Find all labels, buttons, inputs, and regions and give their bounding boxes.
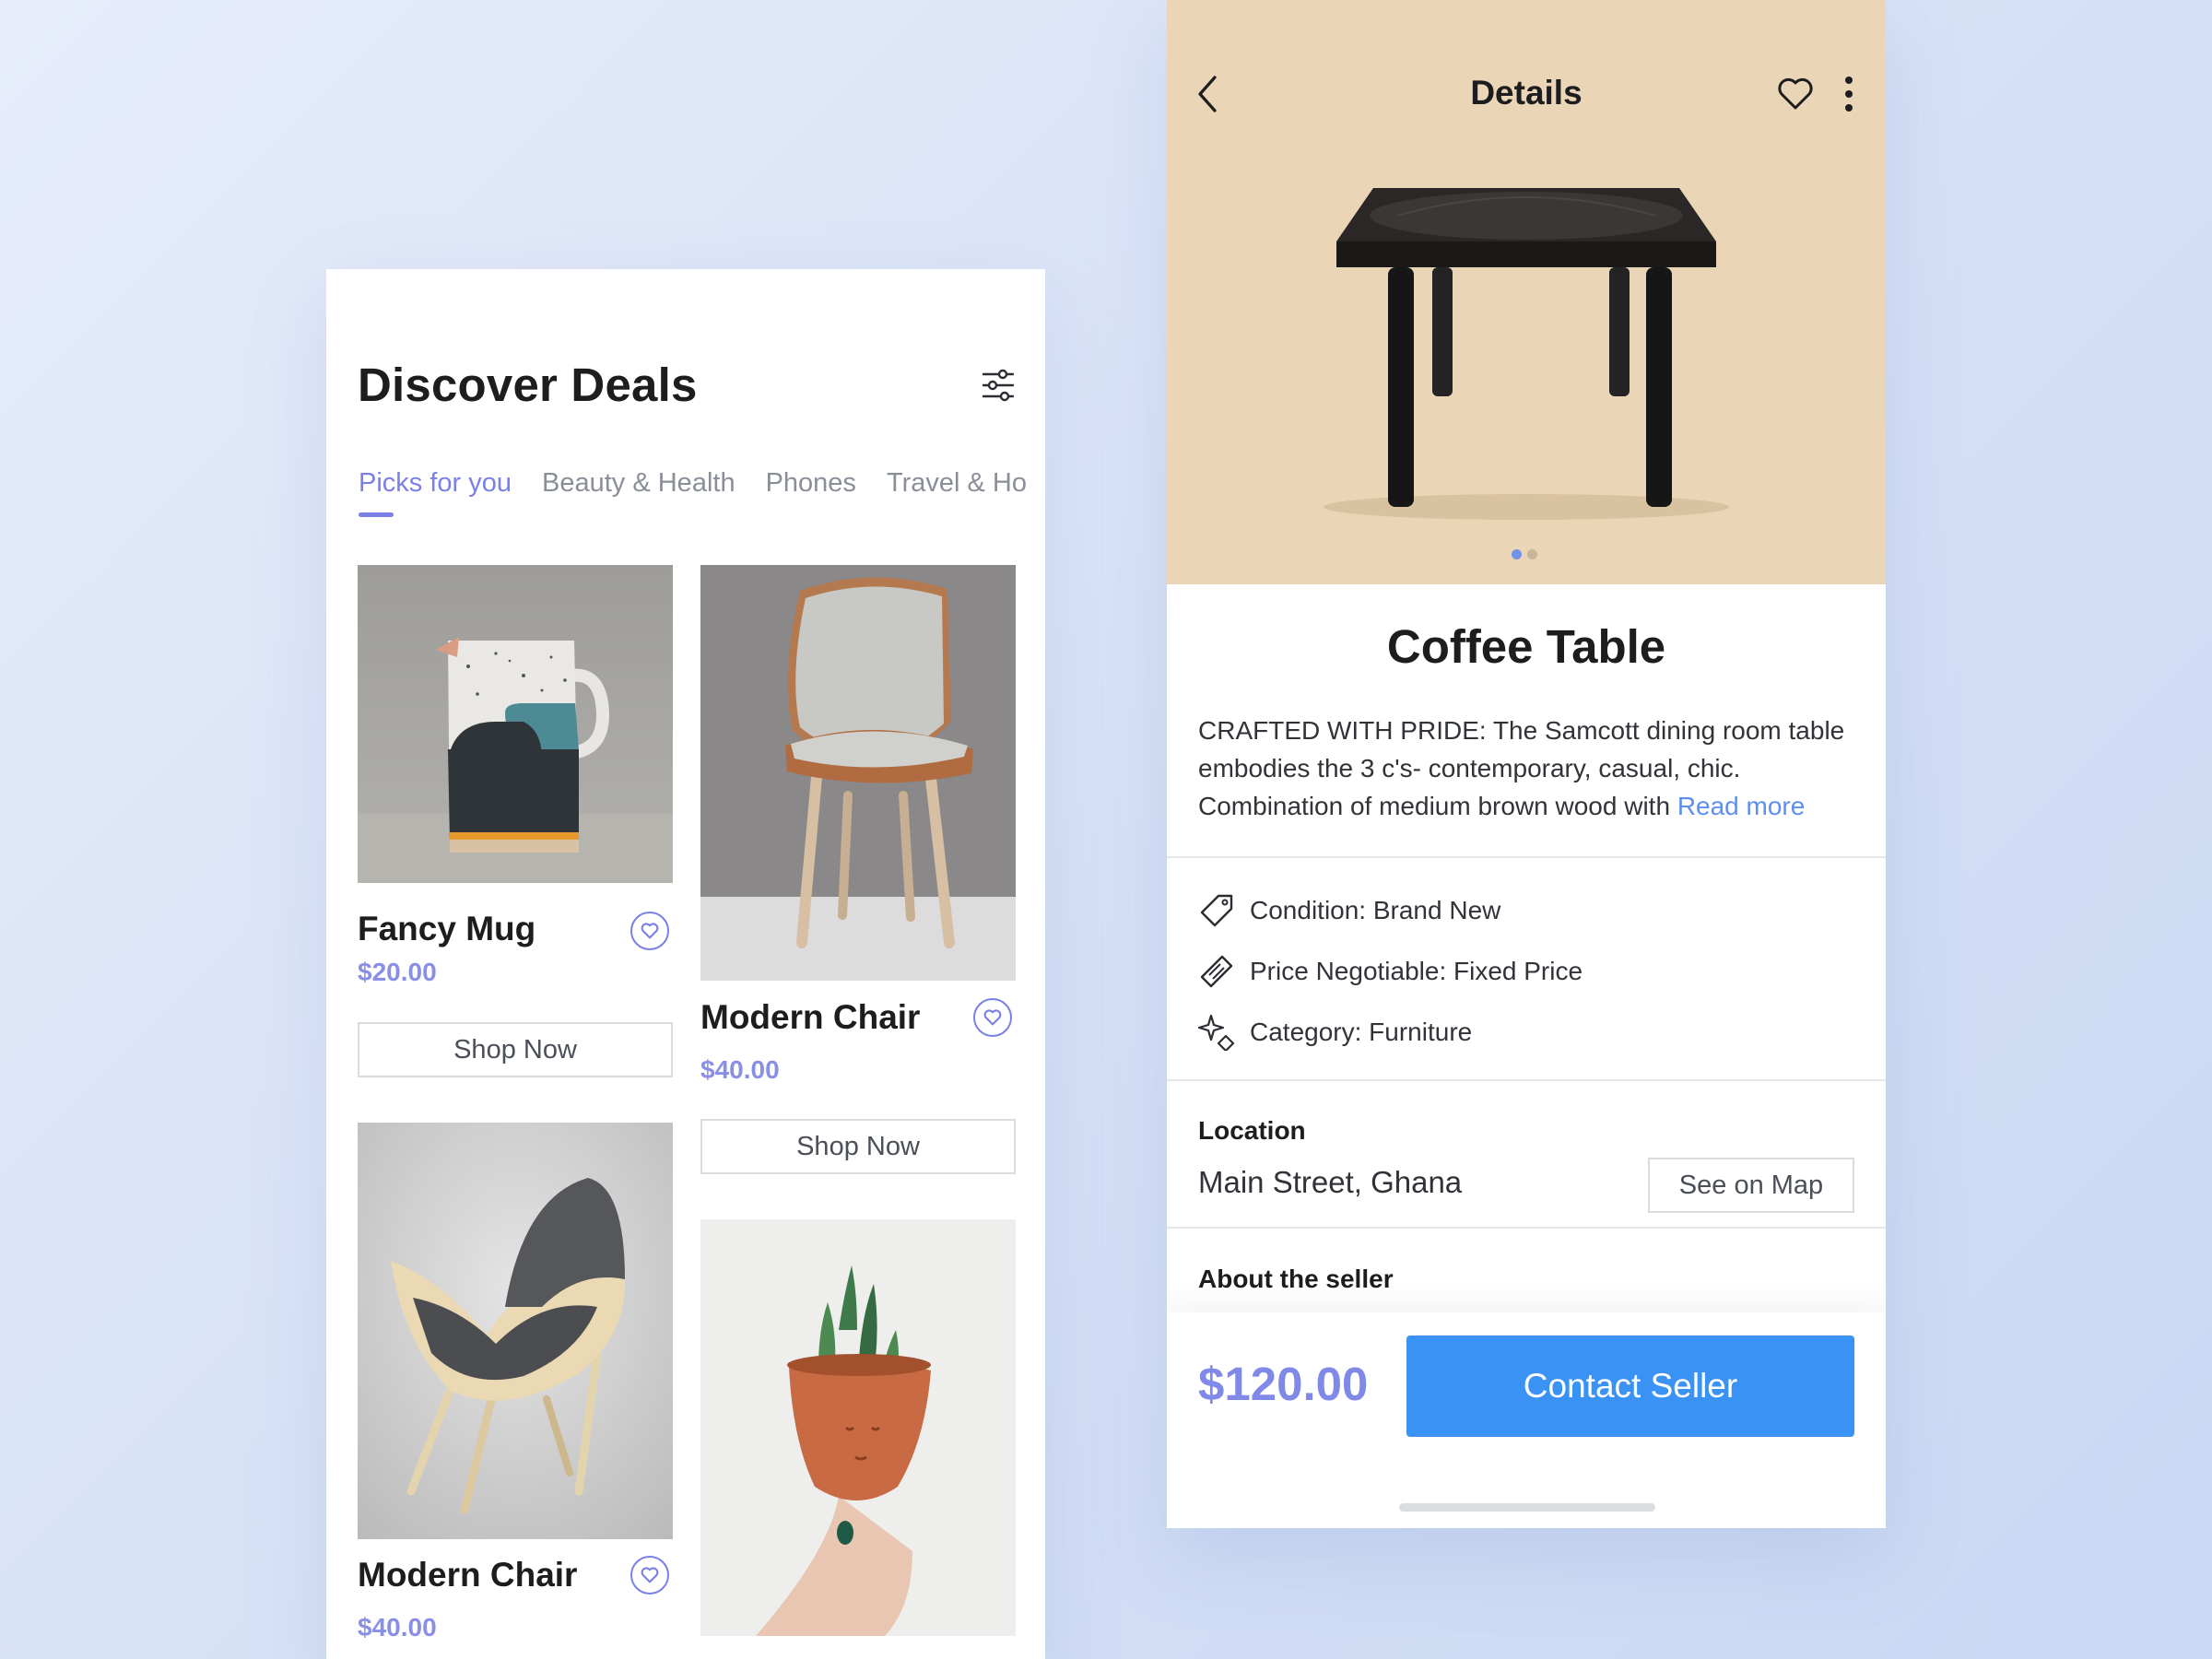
filter-icon[interactable] (981, 369, 1016, 402)
location-value: Main Street, Ghana (1198, 1165, 1463, 1199)
product-description: CRAFTED WITH PRIDE: The Samcott dining r… (1198, 716, 1845, 820)
tab-travel-home[interactable]: Travel & Ho (887, 468, 1027, 499)
product-price: $20.00 (358, 958, 437, 986)
product-details-screen: Details Coffee Table CRAFTED WITH PRIDE:… (1167, 0, 1886, 1528)
product-name[interactable]: Modern Chair (700, 998, 920, 1037)
carousel-dot[interactable] (1527, 549, 1537, 559)
attribute-category: Category: Furniture (1198, 1014, 1472, 1051)
product-price: $40.00 (700, 1055, 780, 1084)
product-name[interactable]: Fancy Mug (358, 910, 535, 948)
product-image[interactable] (1305, 175, 1747, 525)
carousel-dots (1512, 549, 1537, 559)
home-indicator (1399, 1503, 1655, 1512)
category-tabs: Picks for you Beauty & Health Phones Travel… (359, 468, 1045, 517)
product-card[interactable]: Modern Chair $40.00 (358, 1123, 673, 1659)
shop-now-button[interactable]: Shop Now (700, 1119, 1016, 1174)
tab-picks-for-you[interactable]: Picks for you (359, 468, 512, 517)
product-title: Coffee Table (1386, 620, 1666, 673)
see-on-map-button[interactable]: See on Map (1648, 1158, 1854, 1213)
more-icon[interactable] (1843, 76, 1854, 112)
divider (1167, 856, 1886, 858)
favorite-button[interactable] (630, 1556, 669, 1594)
ticket-icon (1200, 955, 1233, 988)
sparkle-icon (1198, 1014, 1235, 1051)
attribute-price-negotiable: Price Negotiable: Fixed Price (1198, 953, 1583, 990)
product-name[interactable]: Modern Chair (358, 1556, 577, 1594)
read-more-link[interactable]: Read more (1677, 792, 1806, 820)
divider (1167, 1227, 1886, 1229)
attribute-condition: Condition: Brand New (1198, 892, 1500, 929)
product-image[interactable] (358, 1123, 673, 1539)
product-card[interactable] (700, 1219, 1016, 1636)
product-price: $40.00 (358, 1613, 437, 1641)
product-image[interactable] (700, 565, 1016, 981)
divider (1167, 1079, 1886, 1081)
location-label: Location (1198, 1116, 1306, 1145)
page-title: Discover Deals (358, 359, 698, 411)
product-image[interactable] (700, 1219, 1016, 1636)
carousel-dot-active[interactable] (1512, 549, 1522, 559)
product-image[interactable] (358, 565, 673, 883)
about-seller-label: About the seller (1198, 1265, 1394, 1293)
tab-phones[interactable]: Phones (766, 468, 856, 499)
product-card[interactable]: Modern Chair $40.00 Shop Now (700, 565, 1016, 1174)
product-hero: Details (1167, 0, 1886, 584)
tab-beauty-health[interactable]: Beauty & Health (542, 468, 735, 499)
heart-icon[interactable] (1777, 77, 1814, 111)
product-card[interactable]: Fancy Mug $20.00 Shop Now (358, 565, 673, 1077)
product-price: $120.00 (1198, 1358, 1369, 1410)
contact-seller-button[interactable]: Contact Seller (1406, 1335, 1854, 1437)
discover-deals-screen: Discover Deals Picks for you Beauty & Hea… (326, 269, 1045, 1659)
heart-icon (641, 1567, 659, 1583)
bottom-bar: $120.00 Contact Seller (1167, 1312, 1886, 1528)
heart-icon (641, 923, 659, 939)
heart-icon (983, 1009, 1002, 1026)
favorite-button[interactable] (973, 998, 1012, 1037)
favorite-button[interactable] (630, 912, 669, 950)
tag-icon (1200, 894, 1233, 927)
shop-now-button[interactable]: Shop Now (358, 1022, 673, 1077)
